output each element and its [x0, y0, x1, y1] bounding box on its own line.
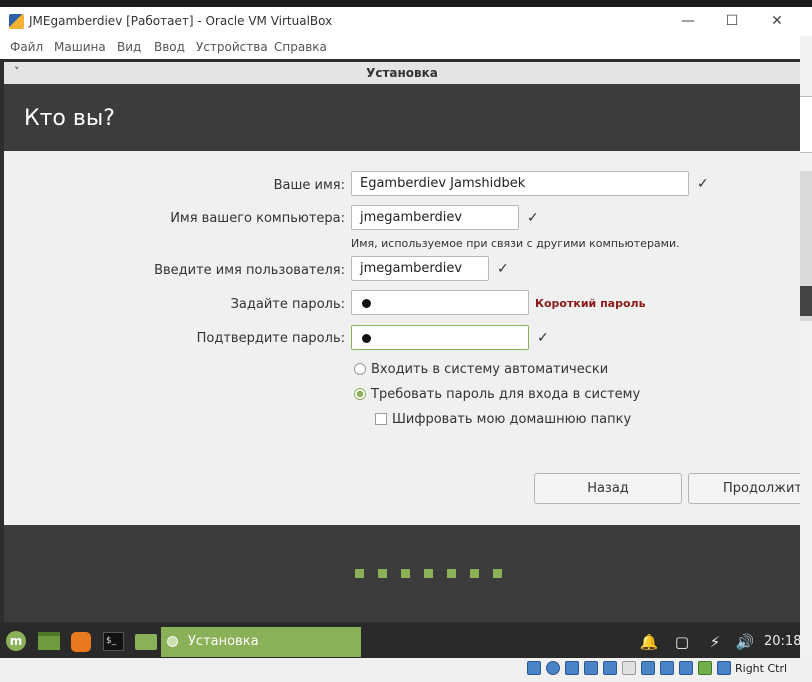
- name-field[interactable]: Egamberdiev Jamshidbek: [351, 171, 689, 196]
- mouse-integration-icon[interactable]: [698, 661, 712, 675]
- volume-icon[interactable]: 🔊: [735, 632, 755, 652]
- maximize-button[interactable]: ☐: [723, 12, 741, 30]
- progress-step: [470, 569, 479, 578]
- files-icon[interactable]: [135, 634, 157, 650]
- display-settings-icon[interactable]: [641, 661, 655, 675]
- progress-step: [493, 569, 502, 578]
- progress-step: [447, 569, 456, 578]
- menu-devices[interactable]: Устройства: [196, 40, 268, 54]
- encrypt-home-checkbox[interactable]: [375, 413, 387, 425]
- host-key-label: Right Ctrl: [735, 662, 788, 675]
- virtualization-icon[interactable]: [679, 661, 693, 675]
- computer-name-label: Имя вашего компьютера:: [170, 211, 345, 226]
- computer-name-hint: Имя, используемое при связи с другими ко…: [351, 237, 680, 250]
- keyboard-capture-icon[interactable]: [717, 661, 731, 675]
- window-title: JMEgamberdiev [Работает] - Oracle VM Vir…: [29, 14, 333, 28]
- installer-window-title: Установка: [366, 66, 438, 80]
- password-label: Задайте пароль:: [230, 297, 345, 312]
- password-field[interactable]: [351, 290, 529, 315]
- background-window-edge: [800, 36, 812, 682]
- shared-folders-icon[interactable]: [622, 661, 636, 675]
- computer-name-check-icon: ✓: [527, 210, 539, 226]
- progress-step: [355, 569, 364, 578]
- page-banner: [4, 84, 800, 151]
- confirm-password-field[interactable]: [351, 325, 529, 350]
- computer-name-field[interactable]: jmegamberdiev: [351, 205, 519, 230]
- taskbar-task-label: Установка: [188, 634, 259, 649]
- username-label: Введите имя пользователя:: [154, 263, 345, 278]
- menu-help[interactable]: Справка: [274, 40, 327, 54]
- mint-menu-icon[interactable]: m: [6, 631, 26, 651]
- menu-file[interactable]: Файл: [10, 40, 43, 54]
- username-check-icon: ✓: [497, 261, 509, 277]
- disc-icon: [167, 636, 178, 647]
- page-title: Кто вы?: [24, 106, 115, 131]
- confirm-password-check-icon: ✓: [537, 330, 549, 346]
- password-mask-dot: [362, 334, 371, 343]
- back-button[interactable]: Назад: [534, 473, 682, 504]
- require-password-radio[interactable]: [354, 388, 366, 400]
- window-top-edge: [0, 0, 812, 7]
- network-icon[interactable]: [584, 661, 598, 675]
- terminal-icon[interactable]: $_: [103, 632, 124, 651]
- password-mask-dot: [362, 299, 371, 308]
- auto-login-label[interactable]: Входить в систему автоматически: [371, 362, 608, 377]
- hard-disk-icon[interactable]: [527, 661, 541, 675]
- show-desktop-icon[interactable]: [38, 632, 60, 650]
- display-icon[interactable]: ▢: [672, 632, 692, 652]
- clock[interactable]: 20:18: [764, 634, 801, 649]
- audio-icon[interactable]: [565, 661, 579, 675]
- progress-step: [424, 569, 433, 578]
- menu-input[interactable]: Ввод: [154, 40, 185, 54]
- virtualbox-logo-icon: [9, 14, 24, 29]
- require-password-label[interactable]: Требовать пароль для входа в систему: [371, 387, 640, 402]
- minimize-button[interactable]: —: [679, 12, 697, 30]
- name-label: Ваше имя:: [273, 178, 345, 193]
- encrypt-home-label[interactable]: Шифровать мою домашнюю папку: [392, 412, 631, 427]
- power-icon[interactable]: ⚡: [705, 632, 725, 652]
- username-field[interactable]: jmegamberdiev: [351, 256, 489, 281]
- menu-machine[interactable]: Машина: [54, 40, 106, 54]
- firefox-icon[interactable]: [71, 632, 91, 652]
- confirm-password-label: Подтвердите пароль:: [196, 331, 345, 346]
- password-strength-warning: Короткий пароль: [535, 297, 646, 310]
- auto-login-radio[interactable]: [354, 363, 366, 375]
- notifications-icon[interactable]: 🔔: [639, 632, 659, 652]
- name-check-icon: ✓: [697, 176, 709, 192]
- progress-step: [401, 569, 410, 578]
- collapse-icon[interactable]: ˅: [14, 62, 20, 82]
- optical-drive-icon[interactable]: [546, 661, 560, 675]
- continue-button[interactable]: Продолжить: [688, 473, 800, 504]
- menu-view[interactable]: Вид: [117, 40, 141, 54]
- usb-icon[interactable]: [603, 661, 617, 675]
- close-button[interactable]: ✕: [768, 12, 786, 30]
- progress-step: [378, 569, 387, 578]
- video-capture-icon[interactable]: [660, 661, 674, 675]
